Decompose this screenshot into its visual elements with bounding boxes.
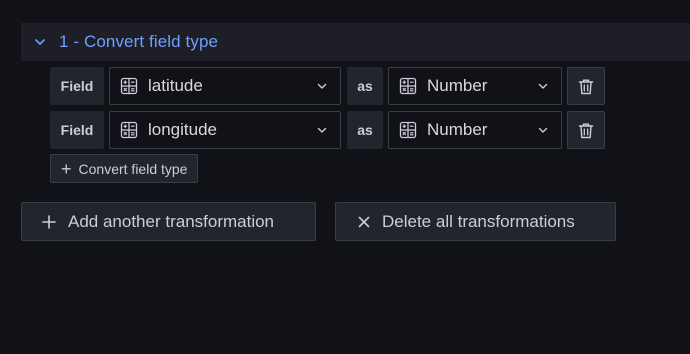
trash-icon [578,78,594,95]
add-transformation-label: Add another transformation [68,211,275,231]
remove-row-button[interactable] [567,111,605,149]
field-select[interactable]: longitude [109,111,341,149]
type-select[interactable]: Number [388,67,562,105]
as-label: as [347,111,383,149]
field-type-icon [399,77,417,95]
type-select[interactable]: Number [388,111,562,149]
trash-icon [578,122,594,139]
field-select[interactable]: latitude [109,67,341,105]
type-select-value: Number [427,76,488,95]
plus-icon [42,214,56,229]
field-select-value: longitude [148,120,218,139]
field-type-icon [399,121,417,139]
type-select-value: Number [427,120,488,139]
transformation-title: 1 - Convert field type [59,32,219,51]
field-select-value: latitude [148,76,203,95]
conversion-row: Field latitude as Number [50,67,605,105]
add-conversion-label: Convert field type [78,160,188,177]
field-type-icon [120,77,138,95]
chevron-down-icon [316,80,328,92]
field-type-icon [120,121,138,139]
delete-all-transformations-button[interactable]: Delete all transformations [335,202,616,241]
field-label: Field [50,67,104,105]
chevron-down-icon [537,124,549,136]
as-label: as [347,67,383,105]
add-transformation-button[interactable]: Add another transformation [21,202,316,241]
field-label: Field [50,111,104,149]
plus-icon: + [61,158,72,179]
close-icon [358,216,370,228]
add-conversion-button[interactable]: + Convert field type [50,154,199,183]
transformation-header[interactable]: 1 - Convert field type [21,23,690,61]
conversion-row: Field longitude as Number [50,111,605,149]
chevron-down-icon [316,124,328,136]
remove-row-button[interactable] [567,67,605,105]
chevron-down-icon [537,80,549,92]
chevron-down-icon[interactable] [33,35,47,49]
delete-all-label: Delete all transformations [382,211,575,231]
